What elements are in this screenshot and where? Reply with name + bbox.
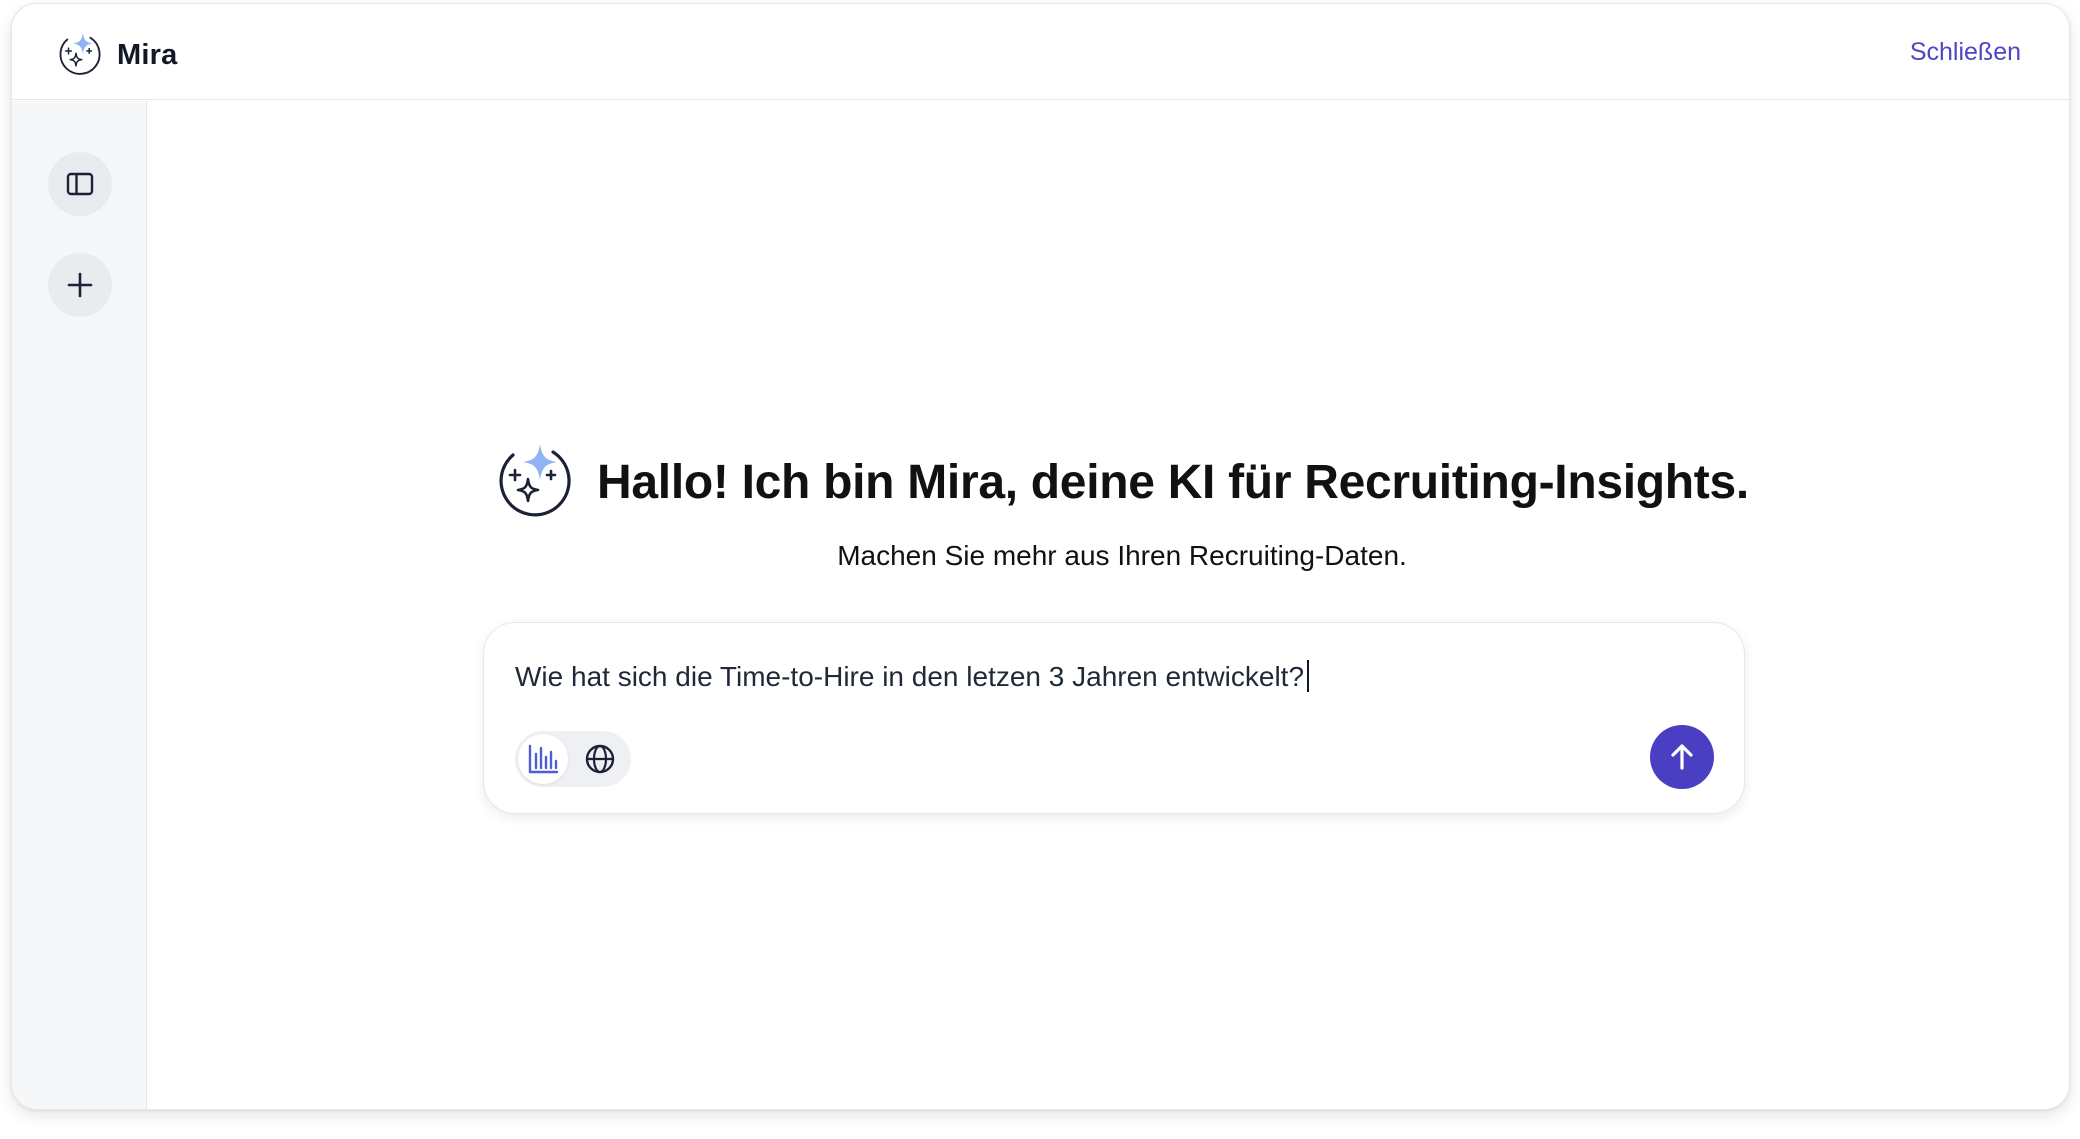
app-name: Mira (117, 38, 178, 71)
plus-icon (67, 272, 93, 298)
welcome-subtitle: Machen Sie mehr aus Ihren Recruiting-Dat… (837, 540, 1407, 571)
sidebar-toggle-icon (66, 172, 94, 196)
arrow-up-icon (1671, 744, 1693, 770)
chat-input[interactable]: Wie hat sich die Time-to-Hire in den let… (515, 660, 1310, 693)
mira-logo-large-icon (499, 444, 571, 517)
web-search-button[interactable] (575, 734, 625, 784)
bar-chart-icon (528, 744, 559, 774)
chat-composer: Wie hat sich die Time-to-Hire in den let… (483, 622, 1745, 814)
sidebar (12, 101, 147, 1109)
mira-logo-icon (59, 33, 101, 75)
tool-toggle-group (515, 731, 631, 787)
chart-mode-button[interactable] (518, 734, 568, 784)
new-chat-button[interactable] (48, 253, 112, 317)
welcome-header: Hallo! Ich bin Mira, deine KI für Recrui… (492, 442, 1752, 522)
text-caret (1307, 660, 1310, 692)
chat-input-value: Wie hat sich die Time-to-Hire in den let… (515, 661, 1305, 692)
close-button[interactable]: Schließen (1910, 38, 2021, 67)
welcome-title: Hallo! Ich bin Mira, deine KI für Recrui… (597, 455, 1749, 509)
app-window: Mira Schließen Hallo! Ich bin Mira, dein… (11, 3, 2070, 1110)
globe-icon (585, 744, 615, 774)
send-button[interactable] (1650, 725, 1714, 789)
top-bar: Mira Schließen (12, 4, 2069, 100)
sidebar-toggle-button[interactable] (48, 152, 112, 216)
brand: Mira (57, 32, 177, 78)
